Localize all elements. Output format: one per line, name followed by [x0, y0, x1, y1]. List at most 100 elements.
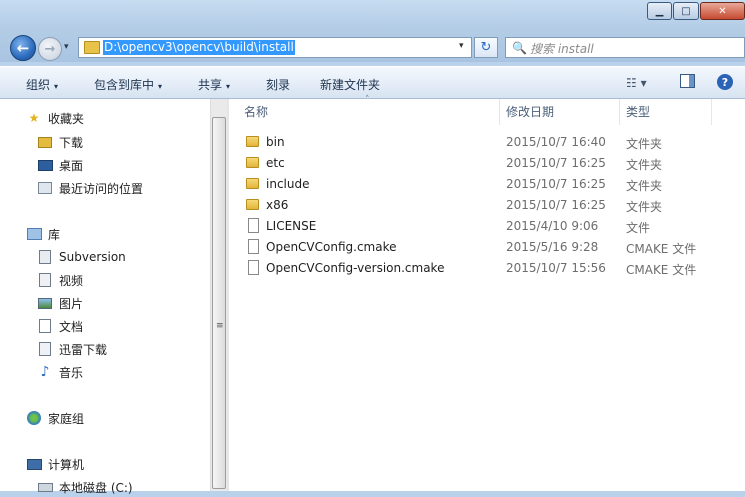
column-header-name[interactable]: 名称 — [244, 99, 268, 125]
sidebar-item-homegroup[interactable]: 家庭组 — [48, 408, 84, 428]
new-folder-button[interactable]: 新建文件夹 — [320, 76, 380, 93]
file-modified: 2015/10/7 15:56 — [506, 261, 606, 275]
folder-icon — [84, 41, 100, 54]
navigation-pane: ★ 收藏夹 下载 桌面 最近访问的位置 库 Subversion 视频 图片 文… — [0, 99, 210, 495]
share-label: 共享 — [198, 78, 223, 92]
column-divider[interactable] — [711, 99, 712, 125]
column-header-type[interactable]: 类型 — [626, 99, 650, 125]
file-type: 文件夹 — [626, 179, 663, 193]
folder-icon — [246, 157, 259, 168]
maximize-button[interactable]: □ — [673, 2, 699, 20]
chevron-down-icon: ▾ — [158, 82, 163, 91]
file-name: x86 — [266, 198, 289, 212]
file-modified: 2015/10/7 16:25 — [506, 177, 606, 191]
folder-icon — [246, 136, 259, 147]
table-row[interactable]: include 2015/10/7 16:25 文件夹 — [229, 174, 745, 195]
search-box[interactable]: 🔍 搜索 install — [505, 37, 745, 58]
sidebar-item-downloads[interactable]: 下载 — [59, 132, 83, 152]
star-icon: ★ — [28, 111, 40, 125]
include-in-library-label: 包含到库中 — [94, 78, 155, 92]
sidebar-item-label: 计算机 — [48, 457, 85, 472]
chevron-down-icon: ▾ — [226, 82, 231, 91]
file-name: OpenCVConfig-version.cmake — [266, 261, 445, 275]
search-icon: 🔍 — [512, 41, 527, 55]
pictures-icon — [37, 295, 53, 311]
documents-icon — [37, 318, 53, 334]
sidebar-item-pictures[interactable]: 图片 — [59, 293, 83, 313]
scrollbar-thumb[interactable]: ≡ — [212, 117, 226, 489]
column-divider[interactable] — [619, 99, 620, 125]
sidebar-item-computer[interactable]: 计算机 — [48, 454, 84, 474]
sidebar-item-label: 音乐 — [59, 365, 84, 380]
chevron-down-icon[interactable]: ▾ — [459, 41, 464, 51]
local-disk-icon — [37, 479, 53, 495]
file-name: bin — [266, 135, 285, 149]
sidebar-item-label: Subversion — [59, 250, 126, 264]
burn-button[interactable]: 刻录 — [266, 76, 290, 93]
command-bar: 组织 ▾ 包含到库中 ▾ 共享 ▾ 刻录 新建文件夹 ☷ ▾ ? — [0, 66, 745, 99]
sidebar-item-label: 家庭组 — [48, 411, 85, 426]
folder-icon — [246, 199, 259, 210]
sidebar-item-recent-places[interactable]: 最近访问的位置 — [59, 178, 143, 198]
sidebar-item-documents[interactable]: 文档 — [59, 316, 83, 336]
table-row[interactable]: LICENSE 2015/4/10 9:06 文件 — [229, 216, 745, 237]
forward-button[interactable]: → — [38, 37, 62, 61]
share-menu[interactable]: 共享 ▾ — [198, 76, 230, 93]
column-header-modified[interactable]: 修改日期 — [506, 99, 554, 125]
address-path[interactable]: D:\opencv3\opencv\build\install — [103, 40, 295, 55]
sidebar-item-videos[interactable]: 视频 — [59, 270, 83, 290]
file-type: CMAKE 文件 — [626, 263, 697, 277]
sidebar-item-subversion[interactable]: Subversion — [59, 247, 126, 267]
organize-label: 组织 — [26, 78, 51, 92]
table-row[interactable]: bin 2015/10/7 16:40 文件夹 — [229, 132, 745, 153]
sidebar-item-music[interactable]: 音乐 — [59, 362, 83, 382]
file-type: 文件夹 — [626, 200, 663, 214]
table-row[interactable]: OpenCVConfig.cmake 2015/5/16 9:28 CMAKE … — [229, 237, 745, 258]
library-icon — [26, 226, 42, 242]
table-row[interactable]: etc 2015/10/7 16:25 文件夹 — [229, 153, 745, 174]
sidebar-item-label: 收藏夹 — [48, 111, 85, 126]
help-icon[interactable]: ? — [717, 74, 733, 90]
view-options-icon[interactable]: ☷ ▾ — [626, 76, 647, 90]
homegroup-icon — [26, 410, 42, 426]
search-input[interactable]: 搜索 install — [530, 40, 594, 57]
include-in-library-menu[interactable]: 包含到库中 ▾ — [94, 76, 162, 93]
arrow-left-icon: ← — [16, 39, 30, 57]
recent-pages-dropdown[interactable]: ▾ — [64, 42, 69, 52]
file-name: include — [266, 177, 310, 191]
sidebar-item-label: 迅雷下载 — [59, 342, 108, 357]
minimize-button[interactable]: ▁ — [647, 2, 672, 20]
table-row[interactable]: OpenCVConfig-version.cmake 2015/10/7 15:… — [229, 258, 745, 279]
organize-menu[interactable]: 组织 ▾ — [26, 76, 58, 93]
sidebar-item-local-disk-c[interactable]: 本地磁盘 (C:) — [59, 477, 133, 497]
sidebar-item-thunder-download[interactable]: 迅雷下载 — [59, 339, 107, 359]
column-divider[interactable] — [499, 99, 500, 125]
sidebar-item-libraries[interactable]: 库 — [48, 224, 60, 244]
folder-icon — [246, 178, 259, 189]
sidebar-item-desktop[interactable]: 桌面 — [59, 155, 83, 175]
file-list: 名称 ˄ 修改日期 类型 bin 2015/10/7 16:40 文件夹 etc… — [229, 95, 745, 491]
sidebar-item-label: 文档 — [59, 319, 84, 334]
refresh-button[interactable]: ↻ — [474, 37, 498, 58]
file-icon — [248, 260, 259, 275]
file-modified: 2015/10/7 16:25 — [506, 198, 606, 212]
file-name: LICENSE — [266, 219, 317, 233]
table-row[interactable]: x86 2015/10/7 16:25 文件夹 — [229, 195, 745, 216]
back-button[interactable]: ← — [10, 35, 36, 61]
grip-icon: ≡ — [216, 321, 224, 331]
file-name: OpenCVConfig.cmake — [266, 240, 397, 254]
computer-icon — [26, 456, 42, 472]
sidebar-item-label: 图片 — [59, 296, 84, 311]
sidebar-item-favorites[interactable]: 收藏夹 — [48, 108, 84, 128]
desktop-icon — [37, 157, 53, 173]
subversion-icon — [37, 249, 53, 265]
sidebar-item-label: 最近访问的位置 — [59, 181, 144, 196]
preview-pane-icon[interactable] — [680, 74, 695, 88]
close-button[interactable]: ✕ — [700, 2, 745, 20]
file-type: 文件 — [626, 221, 651, 235]
refresh-icon: ↻ — [480, 40, 492, 55]
sidebar-item-label: 桌面 — [59, 158, 84, 173]
navigation-scrollbar[interactable]: ≡ — [210, 99, 227, 491]
thunder-download-icon — [37, 341, 53, 357]
address-bar[interactable]: D:\opencv3\opencv\build\install ▾ — [78, 37, 472, 58]
